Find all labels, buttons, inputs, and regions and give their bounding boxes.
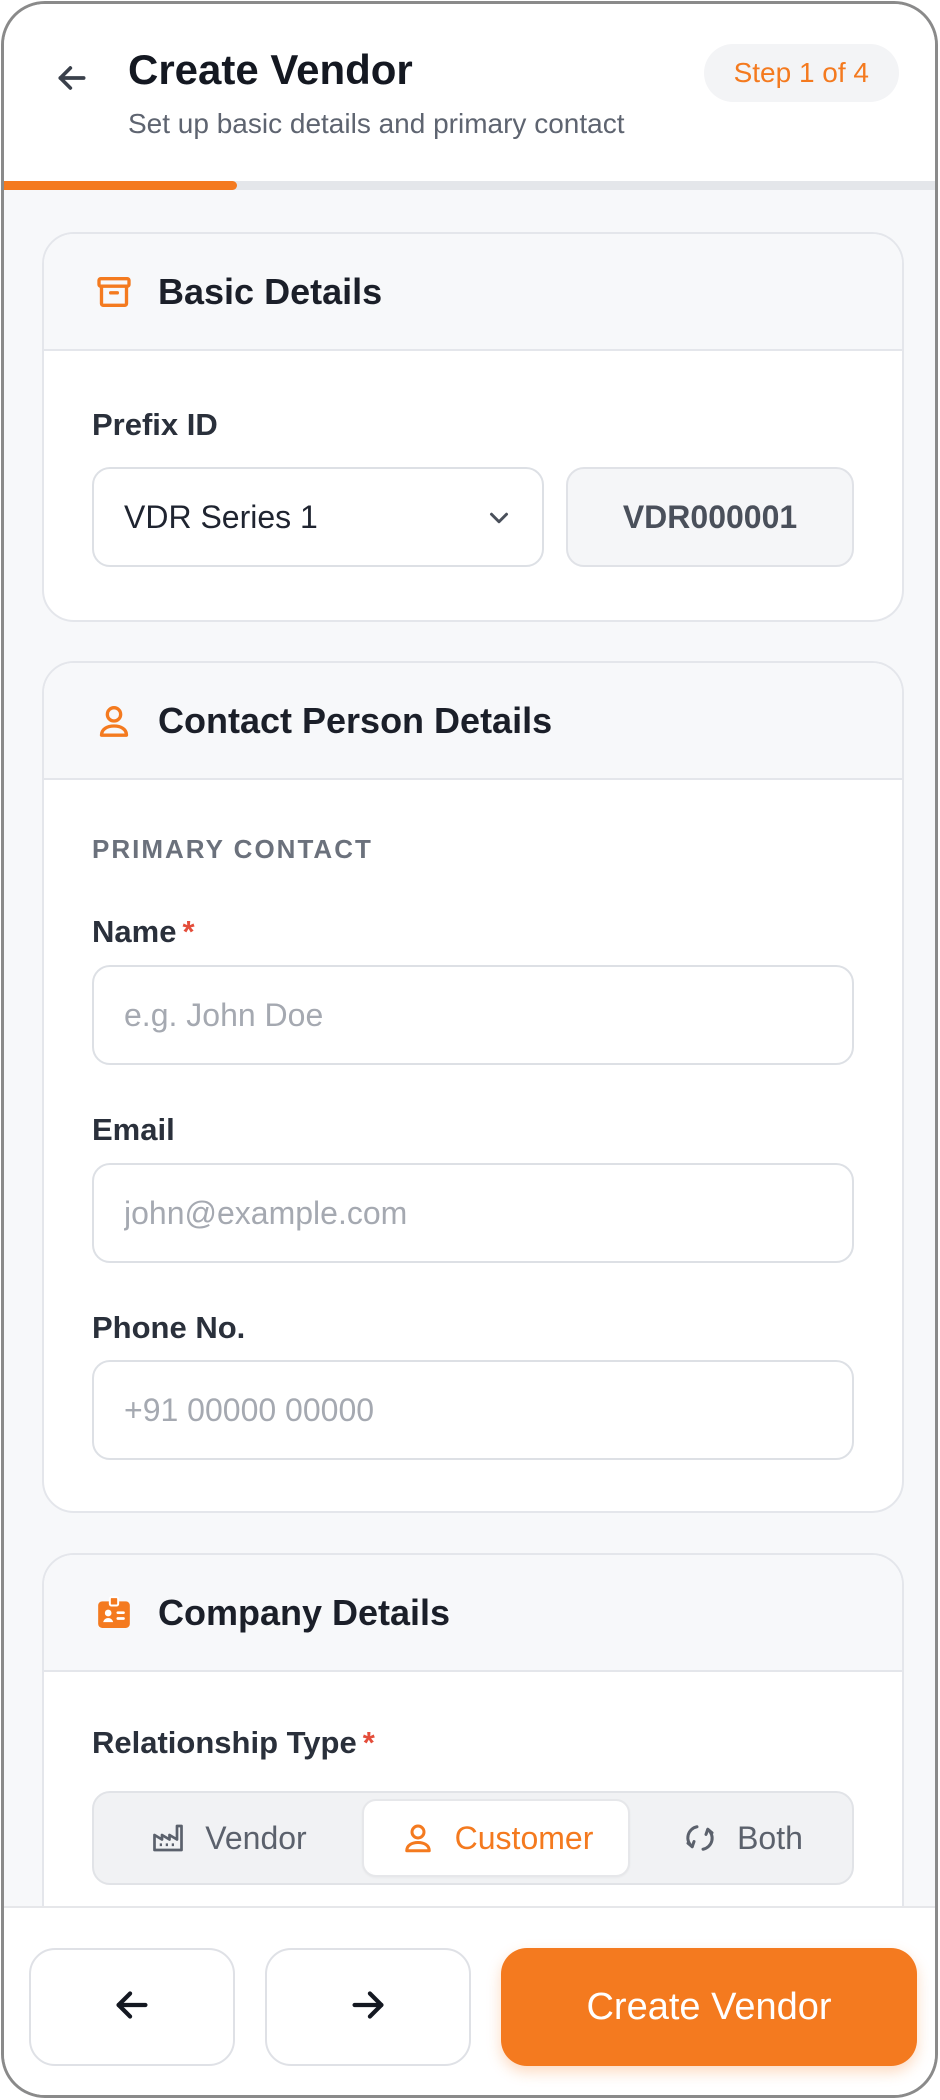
company-details-title: Company Details — [158, 1591, 451, 1633]
page-title: Create Vendor — [128, 46, 413, 93]
relationship-type-text: Relationship Type — [92, 1725, 357, 1760]
relationship-type-toggle: Vendor Customer Both — [92, 1791, 854, 1885]
email-label: Email — [92, 1112, 175, 1147]
basic-details-header: Basic Details — [44, 234, 902, 351]
name-input[interactable] — [92, 965, 854, 1065]
relationship-option-vendor[interactable]: Vendor — [100, 1799, 356, 1877]
app-frame: Create Vendor Set up basic details and p… — [1, 1, 938, 2098]
header: Create Vendor Set up basic details and p… — [4, 4, 935, 190]
previous-button[interactable] — [29, 1948, 235, 2066]
phone-input[interactable] — [92, 1360, 854, 1460]
relationship-type-label: Relationship Type * — [92, 1725, 375, 1761]
id-badge-icon — [92, 1591, 136, 1635]
prefix-series-value: VDR Series 1 — [124, 498, 318, 535]
relationship-option-label: Both — [737, 1819, 803, 1856]
arrow-right-icon — [345, 1982, 391, 2033]
arrow-left-icon — [52, 58, 92, 103]
create-vendor-button[interactable]: Create Vendor — [501, 1948, 917, 2066]
required-mark: * — [362, 1725, 375, 1760]
contact-details-card: Contact Person Details PRIMARY CONTACT N… — [42, 661, 904, 1513]
phone-label: Phone No. — [92, 1310, 246, 1345]
user-icon — [92, 699, 136, 743]
prefix-id-label: Prefix ID — [92, 407, 218, 442]
next-button[interactable] — [265, 1948, 471, 2066]
company-details-header: Company Details — [44, 1555, 902, 1672]
required-mark: * — [182, 914, 195, 949]
name-label-text: Name — [92, 914, 177, 949]
progress-bar — [4, 181, 935, 190]
relationship-option-customer[interactable]: Customer — [362, 1799, 630, 1877]
generated-id-field: VDR000001 — [566, 467, 854, 567]
factory-icon — [149, 1819, 187, 1857]
back-button[interactable] — [48, 56, 96, 104]
prefix-series-select[interactable]: VDR Series 1 — [92, 467, 544, 567]
relationship-option-both[interactable]: Both — [636, 1799, 848, 1877]
page-subtitle: Set up basic details and primary contact — [128, 108, 625, 139]
email-input[interactable] — [92, 1163, 854, 1263]
basic-details-card: Basic Details Prefix ID VDR Series 1 VDR… — [42, 232, 904, 622]
relationship-option-label: Vendor — [205, 1819, 307, 1856]
relationship-option-label: Customer — [454, 1819, 594, 1856]
user-icon — [399, 1819, 437, 1857]
chevron-down-icon — [484, 503, 514, 533]
footer-bar: Create Vendor — [4, 1906, 935, 2095]
contact-details-header: Contact Person Details — [44, 663, 902, 780]
primary-contact-caption: PRIMARY CONTACT — [92, 834, 373, 864]
contact-details-title: Contact Person Details — [158, 699, 553, 741]
progress-fill — [4, 181, 237, 190]
swap-icon — [681, 1819, 719, 1857]
step-badge: Step 1 of 4 — [703, 44, 899, 102]
basic-details-title: Basic Details — [158, 270, 383, 312]
arrow-left-icon — [109, 1982, 155, 2033]
name-label: Name * — [92, 914, 195, 950]
archive-icon — [92, 270, 136, 314]
